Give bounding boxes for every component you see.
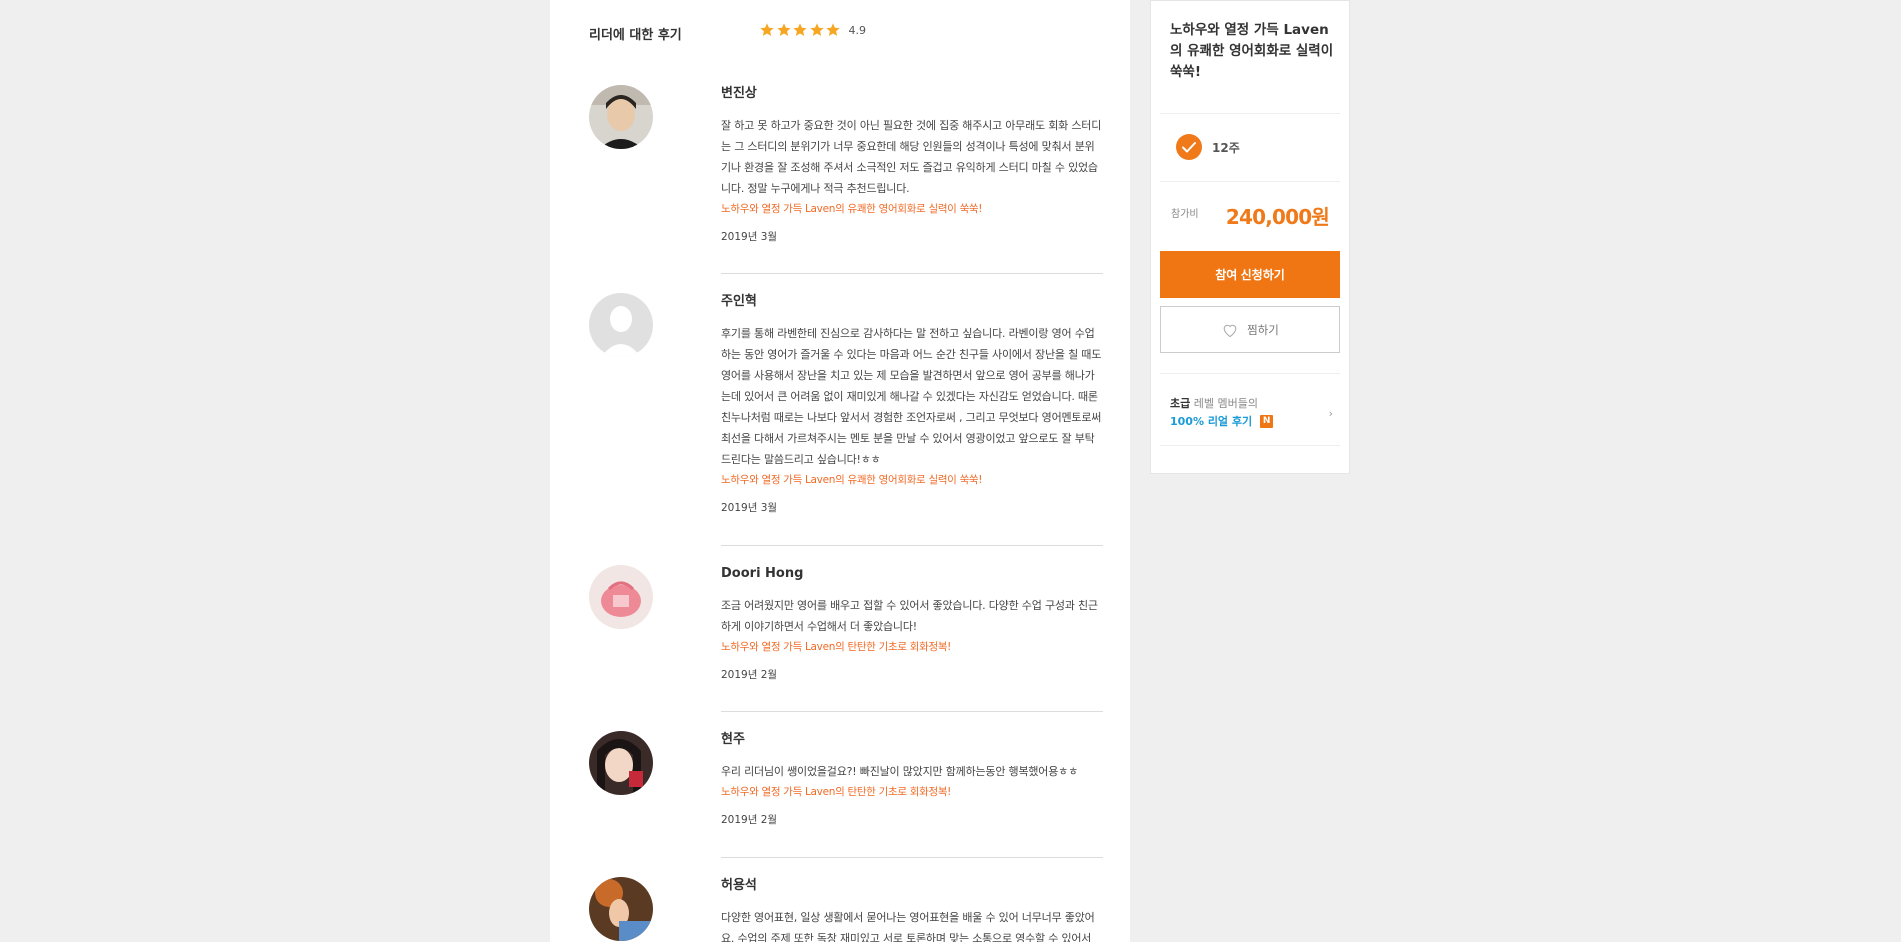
- course-duration: 12주: [1212, 141, 1240, 155]
- review-text: 다양한 영어표현, 일상 생활에서 묻어나는 영어표현을 배울 수 있어 너무너…: [721, 911, 1095, 942]
- review-header: 리더에 대한 후기 4.9: [589, 22, 1109, 46]
- wishlist-button[interactable]: 찜하기: [1160, 306, 1340, 353]
- review-text: 조금 어려웠지만 영어를 배우고 접할 수 있어서 좋았습니다. 다양한 수업 …: [721, 599, 1098, 633]
- divider: [721, 545, 1103, 546]
- divider: [1160, 445, 1340, 446]
- member-reviews-link[interactable]: 초급 레벨 멤버들의 100% 리얼 후기 N ›: [1160, 383, 1340, 439]
- review-panel: 리더에 대한 후기 4.9 변진상 잘 하고 못 하고가 중요한 것이 아닌 필…: [550, 0, 1130, 942]
- chevron-right-icon: ›: [1328, 407, 1333, 420]
- rating-score: 4.9: [848, 23, 867, 37]
- course-link[interactable]: 노하우와 열정 가득 Laven의 탄탄한 기초로 회화정복!: [721, 637, 1103, 657]
- star-icon: [793, 23, 807, 36]
- course-link[interactable]: 노하우와 열정 가득 Laven의 유쾌한 영어회화로 실력이 쑥쑥!: [721, 470, 1103, 490]
- apply-button[interactable]: 참여 신청하기: [1160, 251, 1340, 298]
- review-section-title: 리더에 대한 후기: [589, 28, 682, 43]
- wishlist-label: 찜하기: [1247, 324, 1279, 337]
- reviewer-name: 주인혁: [721, 294, 757, 309]
- divider: [1160, 113, 1340, 114]
- star-icon: [760, 23, 774, 36]
- member-text: 레벨 멤버들의: [1190, 397, 1258, 410]
- reviewer-name: 변진상: [721, 86, 757, 101]
- heart-icon: [1223, 324, 1237, 337]
- avatar: [589, 85, 653, 149]
- course-sidebar: 노하우와 열정 가득 Laven의 유쾌한 영어회화로 실력이 쑥쑥! 12주 …: [1150, 0, 1350, 474]
- star-icon: [809, 23, 824, 36]
- reviewer-name: 허용석: [721, 878, 757, 893]
- review-date: 2019년 2월: [721, 814, 778, 826]
- review-text: 후기를 통해 라벤한테 진심으로 감사하다는 말 전하고 싶습니다. 라벤이랑 …: [721, 327, 1102, 466]
- review-text: 우리 리더님이 쌩이었을걸요?! 빠진날이 많았지만 함께하는동안 행복했어용ㅎ…: [721, 765, 1078, 778]
- star-icon: [776, 23, 791, 36]
- rating-stars: 4.9: [759, 22, 866, 38]
- reviewer-name: Doori Hong: [721, 566, 804, 581]
- avatar: [589, 877, 653, 941]
- review-text: 잘 하고 못 하고가 중요한 것이 아닌 필요한 것에 집중 해주시고 아무래도…: [721, 119, 1102, 195]
- star-icon: [826, 23, 840, 36]
- member-highlight: 100% 리얼 후기: [1170, 415, 1253, 428]
- default-avatar: [589, 293, 653, 357]
- fee-amount: 240,000원: [1225, 205, 1330, 229]
- member-highlight-row: 100% 리얼 후기 N: [1170, 413, 1274, 429]
- review-date: 2019년 2월: [721, 669, 778, 681]
- avatar: [589, 565, 653, 629]
- review-date: 2019년 3월: [721, 231, 778, 243]
- member-level: 초급: [1170, 397, 1191, 410]
- fee-label: 참가비: [1171, 209, 1199, 220]
- member-level-text: 초급 레벨 멤버들의: [1170, 395, 1258, 411]
- new-badge: N: [1260, 414, 1274, 428]
- divider: [1160, 373, 1340, 374]
- divider: [721, 711, 1103, 712]
- review-date: 2019년 3월: [721, 502, 778, 514]
- divider: [721, 857, 1103, 858]
- check-icon: [1176, 134, 1202, 160]
- divider: [721, 273, 1103, 274]
- course-link[interactable]: 노하우와 열정 가득 Laven의 유쾌한 영어회화로 실력이 쑥쑥!: [721, 199, 1103, 219]
- course-link[interactable]: 노하우와 열정 가득 Laven의 탄탄한 기초로 회화정복!: [721, 782, 1103, 802]
- avatar: [589, 731, 653, 795]
- reviewer-name: 현주: [721, 732, 745, 747]
- course-title: 노하우와 열정 가득 Laven의 유쾌한 영어회화로 실력이 쑥쑥!: [1170, 22, 1334, 80]
- divider: [1160, 181, 1340, 182]
